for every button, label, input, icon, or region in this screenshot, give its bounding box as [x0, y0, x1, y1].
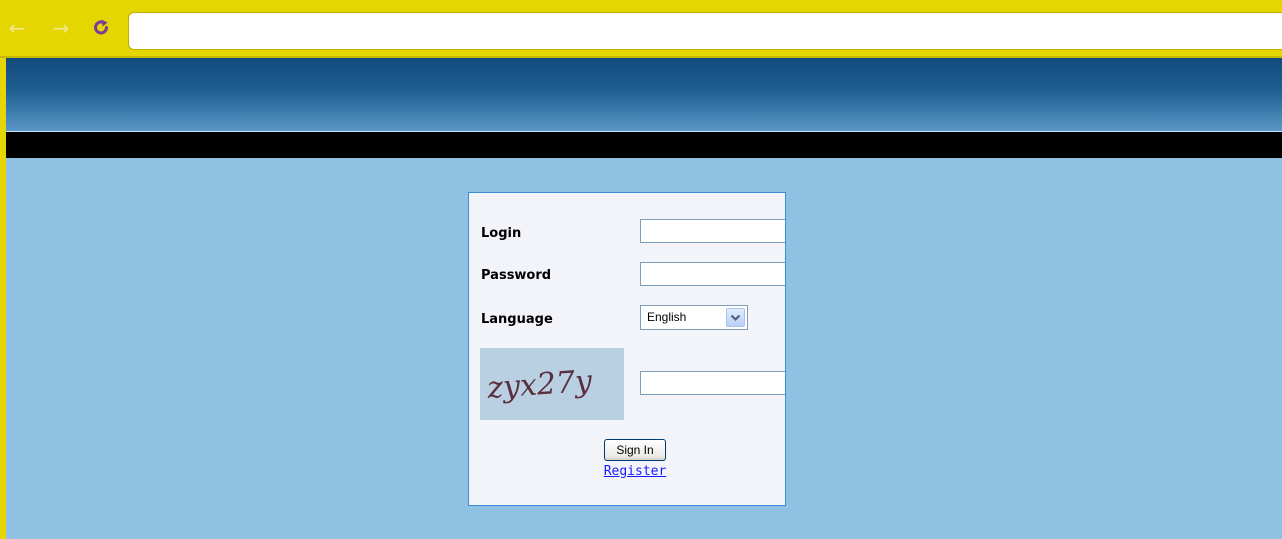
chevron-down-icon[interactable]	[726, 308, 745, 327]
browser-toolbar: ← →	[0, 0, 1282, 58]
login-panel: Login Password Language English zyx27y S…	[468, 192, 786, 506]
login-label: Login	[481, 226, 522, 241]
captcha-input[interactable]	[640, 371, 785, 395]
password-label: Password	[481, 268, 552, 283]
language-label: Language	[481, 312, 553, 327]
login-input[interactable]	[640, 219, 785, 243]
back-arrow-icon[interactable]: ←	[6, 16, 28, 40]
language-select[interactable]: English	[640, 305, 748, 330]
forward-arrow-icon[interactable]: →	[50, 16, 72, 40]
browser-window: ← → Login Password Language English zyx2…	[0, 0, 1282, 539]
register-link[interactable]: Register	[469, 464, 785, 479]
chevron-down-glyph	[730, 314, 741, 321]
language-selected-value: English	[647, 310, 687, 324]
captcha-letters-prefix: zyx27y	[485, 364, 594, 406]
address-bar-input[interactable]	[128, 12, 1282, 50]
site-header-banner	[6, 58, 1282, 131]
password-input[interactable]	[640, 262, 785, 286]
captcha-image: zyx27y	[480, 348, 624, 420]
captcha-glyphs: zyx27y	[485, 364, 594, 406]
site-nav-bar	[6, 131, 1282, 158]
reload-icon-glyph	[94, 19, 108, 35]
sign-in-button[interactable]: Sign In	[604, 439, 666, 461]
reload-icon[interactable]	[90, 17, 112, 39]
